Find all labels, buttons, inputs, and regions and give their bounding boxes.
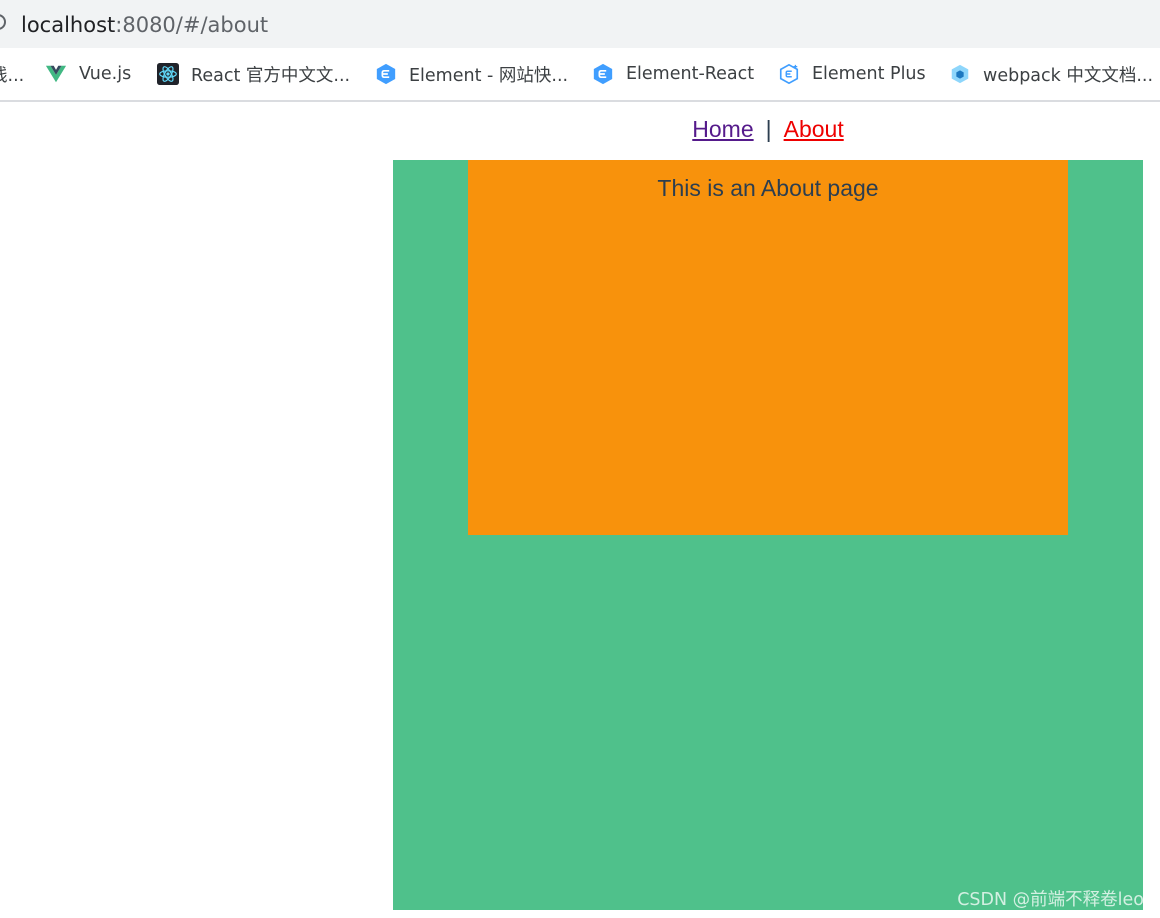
element-logo-icon	[375, 63, 397, 85]
watermark: CSDN @前端不释卷leo	[957, 890, 1144, 910]
bookmark-element-plus[interactable]: Element Plus	[778, 62, 926, 86]
bookmarks-bar: 线... Vue.js React 官方中文文... Element - 网站快…	[0, 48, 1160, 102]
url-path: :8080/#/about	[115, 13, 269, 37]
outer-container: This is an About page	[393, 160, 1143, 910]
bookmark-label: Element Plus	[812, 64, 926, 84]
bookmark-label: Element-React	[626, 64, 755, 84]
bookmark-label: React 官方中文文...	[191, 65, 351, 86]
element-logo-icon	[592, 63, 614, 85]
webpack-logo-icon	[949, 63, 971, 85]
info-icon[interactable]	[0, 14, 6, 30]
element-plus-logo-icon	[778, 63, 800, 85]
nav-link-about[interactable]: About	[784, 116, 844, 142]
react-logo-icon	[157, 63, 179, 85]
bookmark-item-0[interactable]: 线...	[0, 62, 24, 86]
address-bar[interactable]: localhost:8080/#/about	[0, 0, 1160, 48]
page-heading: This is an About page	[657, 175, 879, 201]
url-field[interactable]: localhost:8080/#/about	[21, 12, 268, 38]
bookmark-webpack[interactable]: webpack 中文文档...	[949, 62, 1153, 86]
browser-window: localhost:8080/#/about 线... Vue.js React…	[0, 0, 1160, 918]
bookmark-label: webpack 中文文档...	[983, 65, 1154, 86]
url-host: localhost	[21, 13, 116, 37]
bookmark-vuejs[interactable]: Vue.js	[45, 62, 131, 86]
app-nav: Home | About	[0, 116, 1160, 143]
bookmark-label: Vue.js	[79, 64, 132, 84]
vue-logo-icon	[45, 63, 67, 85]
bookmark-label: 线...	[0, 65, 25, 86]
bookmark-label: Element - 网站快...	[409, 65, 569, 86]
nav-separator: |	[765, 116, 772, 142]
about-panel: This is an About page	[468, 160, 1068, 535]
bookmark-element-react[interactable]: Element-React	[592, 62, 754, 86]
nav-link-home[interactable]: Home	[692, 116, 753, 142]
bookmark-element[interactable]: Element - 网站快...	[375, 62, 568, 86]
bookmark-react[interactable]: React 官方中文文...	[157, 62, 350, 86]
